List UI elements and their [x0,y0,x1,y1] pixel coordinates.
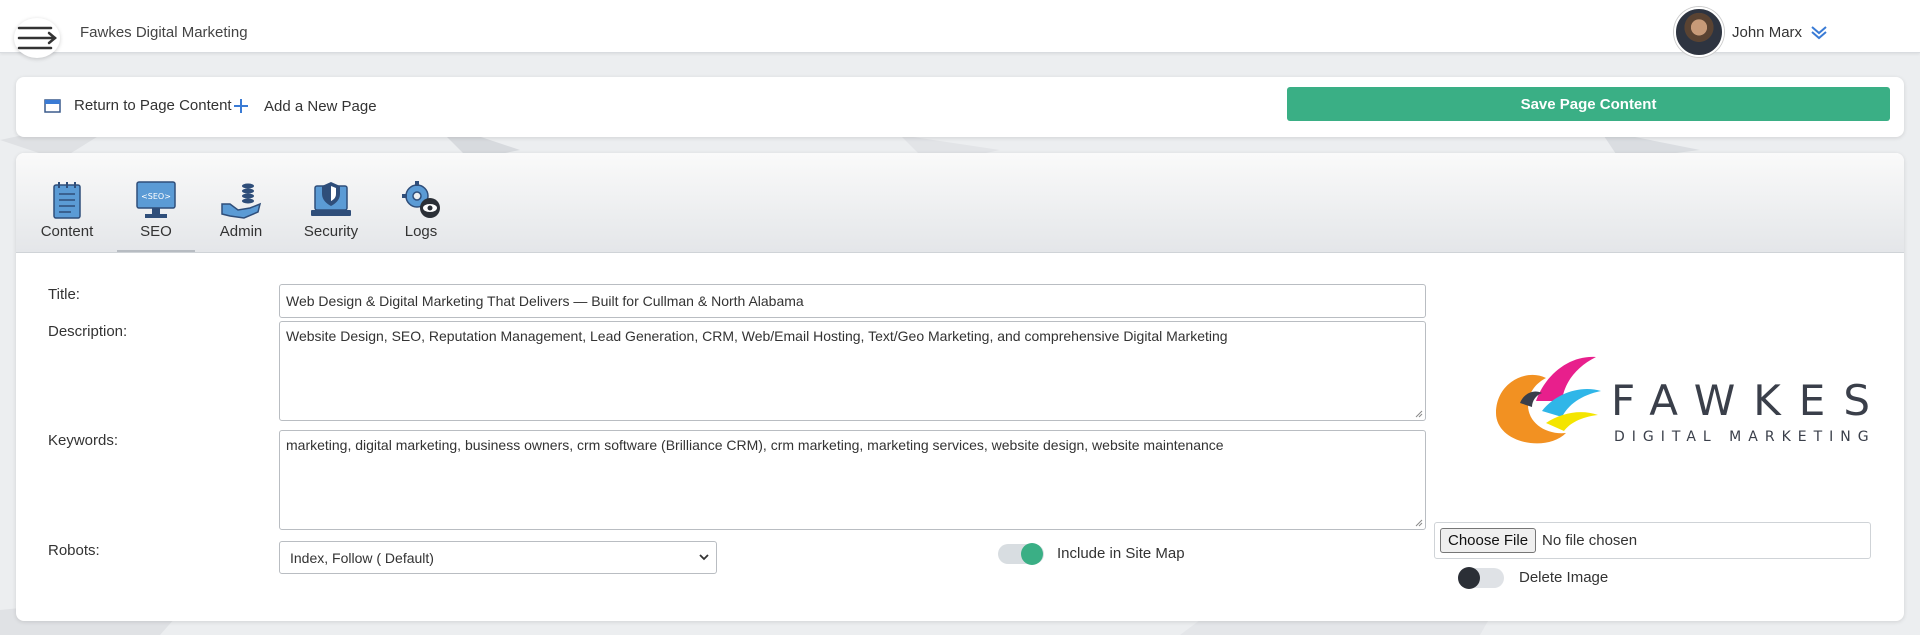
top-bar: Fawkes Digital Marketing John Marx [0,0,1920,57]
brand-name: Fawkes Digital Marketing [80,24,248,41]
admin-hand-coins-icon [221,183,262,219]
add-new-page-link[interactable]: Add a New Page [232,97,377,115]
tab-logs[interactable]: Logs [386,178,456,240]
logs-gear-eye-icon [402,181,440,218]
menu-button[interactable] [14,18,60,58]
return-label[interactable]: Return to Page Content [74,97,232,114]
robots-label: Robots: [48,542,100,559]
description-textarea[interactable]: Website Design, SEO, Reputation Manageme… [279,321,1426,421]
robots-select[interactable]: Index, Follow ( Default) [279,541,717,574]
delete-image-label: Delete Image [1519,569,1609,586]
logo-wordmark: FAWKES [1611,376,1876,425]
description-label: Description: [48,323,128,340]
tab-security[interactable]: Security [296,178,366,240]
image-file-input[interactable]: Choose File No file chosen [1434,522,1871,559]
editor-card: Content <SEO> SEO Admin Security Logs Ti… [16,153,1904,621]
keywords-label: Keywords: [48,432,119,449]
logo-tagline: DIGITAL MARKETING [1614,429,1876,445]
description-text[interactable]: Website Design, SEO, Reputation Manageme… [286,328,1228,344]
robots-selected[interactable]: Index, Follow ( Default) [290,550,434,566]
chevron-down-icon [699,554,709,561]
user-menu[interactable]: John Marx [1674,7,1828,57]
resize-grip-icon[interactable] [1415,410,1423,418]
title-input[interactable] [279,284,1426,318]
tab-admin[interactable]: Admin [206,178,276,240]
keywords-textarea[interactable]: marketing, digital marketing, business o… [279,430,1426,530]
chevron-down-icon[interactable] [1810,24,1828,40]
resize-grip-icon[interactable] [1415,519,1423,527]
plus-icon [234,99,248,113]
security-laptop-shield-icon [311,182,351,216]
seo-monitor-icon: <SEO> [136,181,176,218]
delete-image-toggle[interactable] [1458,567,1504,589]
return-to-page-content-link[interactable]: Return to Page Content [44,97,232,114]
choose-file-button[interactable]: Choose File [1440,528,1537,553]
tab-content[interactable]: Content [32,178,102,240]
tab-label[interactable]: Content [32,223,102,240]
tab-label[interactable]: Security [296,223,366,240]
toggle-knob [1458,567,1480,589]
sitemap-label: Include in Site Map [1057,545,1185,562]
tab-seo[interactable]: <SEO> SEO [117,178,195,252]
page-image-preview: FAWKES DIGITAL MARKETING [1476,343,1876,463]
toolbar: Return to Page Content Add a New Page Sa… [16,77,1904,137]
keywords-text[interactable]: marketing, digital marketing, business o… [286,437,1224,453]
add-label[interactable]: Add a New Page [264,98,377,115]
title-label: Title: [48,286,80,303]
notepad-icon [53,182,81,219]
save-page-content-button[interactable]: Save Page Content [1287,87,1890,121]
sitemap-toggle[interactable] [998,543,1044,565]
svg-text:<SEO>: <SEO> [141,192,171,201]
fawkes-logo: FAWKES DIGITAL MARKETING [1496,356,1876,445]
hamburger-menu-icon [17,26,57,50]
window-icon [44,98,61,113]
tab-label[interactable]: SEO [121,223,191,240]
avatar[interactable] [1674,7,1724,57]
user-name[interactable]: John Marx [1732,24,1802,41]
file-status: No file chosen [1542,532,1638,549]
toggle-knob [1021,543,1043,565]
tab-label[interactable]: Logs [386,223,456,240]
tab-strip: Content <SEO> SEO Admin Security Logs [16,153,1904,253]
tab-label[interactable]: Admin [206,223,276,240]
